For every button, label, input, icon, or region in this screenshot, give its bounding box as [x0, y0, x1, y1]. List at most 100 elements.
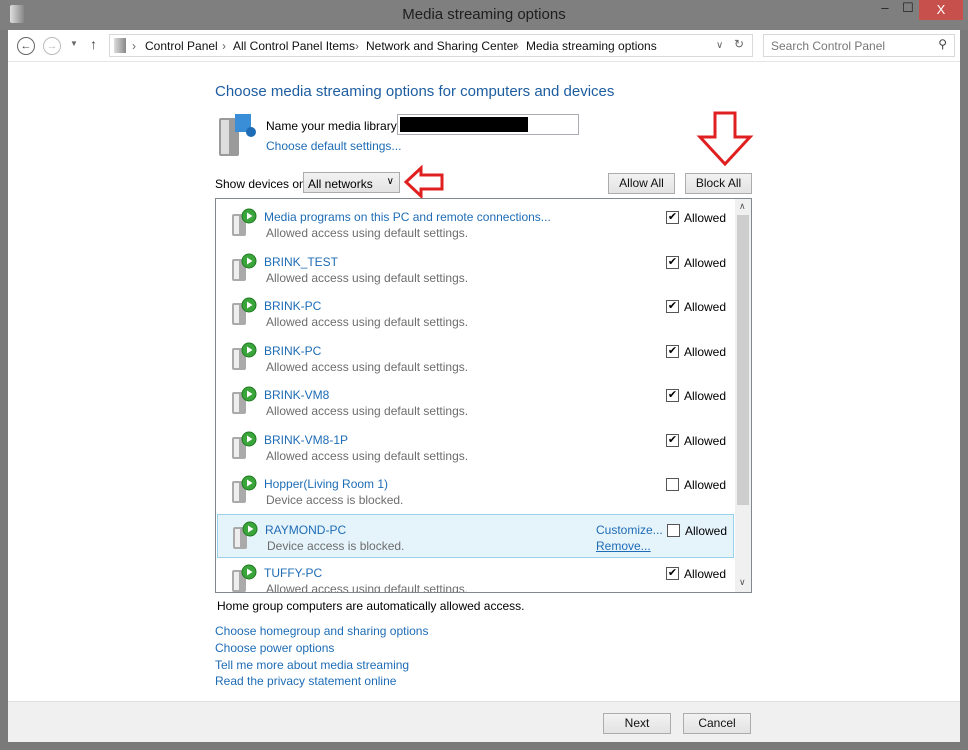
device-row[interactable]: BRINK-PC Allowed access using default se… [217, 291, 734, 335]
choose-default-settings-link[interactable]: Choose default settings... [266, 139, 401, 153]
allowed-label: Allowed [684, 344, 727, 359]
media-device-icon [232, 253, 257, 281]
allowed-checkbox[interactable]: ✔ [666, 300, 679, 313]
customize-link[interactable]: Customize... [596, 523, 663, 537]
breadcrumb-control-panel[interactable]: Control Panel [145, 39, 218, 53]
device-name-link[interactable]: BRINK-PC [264, 344, 321, 358]
device-name-link[interactable]: RAYMOND-PC [265, 523, 346, 537]
allowed-checkbox[interactable] [666, 478, 679, 491]
device-name-link[interactable]: Hopper(Living Room 1) [264, 477, 388, 491]
allowed-checkbox[interactable]: ✔ [666, 389, 679, 402]
device-status: Allowed access using default settings. [266, 359, 469, 374]
chevron-down-icon: ∨ [386, 176, 394, 187]
device-row[interactable]: RAYMOND-PC Device access is blocked. All… [217, 513, 734, 558]
address-bar[interactable]: › Control Panel › All Control Panel Item… [109, 34, 753, 57]
allowed-checkbox[interactable]: ✔ [666, 255, 679, 269]
breadcrumb-network[interactable]: Network and Sharing Center [366, 39, 517, 53]
scrollbar-thumb[interactable] [737, 215, 749, 505]
recent-dropdown-icon[interactable]: ▼ [70, 39, 78, 48]
refresh-icon[interactable]: ↻ [734, 37, 744, 51]
navigation-bar: ← → ▼ ↑ › Control Panel › All Control Pa… [8, 30, 960, 62]
scroll-up-icon[interactable]: ∧ [739, 201, 746, 212]
device-list: ∧ ∨ Media programs on this PC and remote… [215, 198, 752, 593]
device-name-link[interactable]: TUFFY-PC [264, 566, 322, 580]
maximize-button[interactable]: ☐ [898, 0, 918, 20]
library-name-input[interactable] [397, 114, 579, 135]
allowed-label: Allowed [684, 211, 727, 225]
allowed-checkbox[interactable]: ✔ [666, 433, 679, 447]
device-row[interactable]: Media programs on this PC and remote con… [217, 202, 734, 246]
media-device-icon [232, 431, 257, 459]
device-status: Allowed access using default settings. [266, 448, 469, 463]
device-name-link[interactable]: BRINK-VM8 [264, 388, 329, 402]
allowed-checkbox[interactable]: ✔ [666, 344, 679, 358]
privacy-statement-link[interactable]: Read the privacy statement online [215, 674, 396, 688]
show-devices-dropdown[interactable]: All networks ∨ [303, 172, 400, 193]
window-title: Media streaming options [402, 6, 566, 23]
search-placeholder: Search Control Panel [771, 39, 886, 53]
allowed-label: Allowed [684, 478, 727, 492]
device-name-link[interactable]: BRINK_TEST [264, 255, 338, 269]
device-row[interactable]: BRINK_TEST Allowed access using default … [217, 247, 734, 291]
breadcrumb-media-streaming[interactable]: Media streaming options [526, 39, 657, 53]
device-status: Allowed access using default settings. [266, 315, 469, 329]
address-dropdown-icon[interactable]: ∨ [716, 40, 723, 51]
media-device-icon [232, 386, 257, 414]
device-row[interactable]: BRINK-VM8-1P Allowed access using defaul… [217, 425, 734, 469]
device-name-link[interactable]: Media programs on this PC and remote con… [264, 210, 551, 224]
allowed-label: Allowed [684, 433, 727, 448]
close-button[interactable]: X [919, 0, 963, 20]
cancel-button[interactable]: Cancel [683, 713, 751, 734]
minimize-button[interactable]: – [872, 0, 898, 20]
device-status: Allowed access using default settings. [266, 404, 469, 418]
annotation-arrow-left [403, 165, 444, 199]
device-row[interactable]: BRINK-PC Allowed access using default se… [217, 336, 734, 380]
device-name-link[interactable]: BRINK-PC [264, 299, 321, 313]
homegroup-note: Home group computers are automatically a… [217, 599, 525, 613]
media-streaming-help-link[interactable]: Tell me more about media streaming [215, 658, 409, 672]
allowed-checkbox[interactable]: ✔ [666, 567, 679, 580]
device-name-link[interactable]: BRINK-VM8-1P [264, 433, 348, 447]
scrollbar[interactable]: ∧ ∨ [735, 199, 751, 592]
device-status: Device access is blocked. [266, 493, 404, 507]
device-status: Allowed access using default settings. [266, 270, 469, 285]
scroll-down-icon[interactable]: ∨ [739, 577, 746, 588]
allowed-checkbox[interactable] [667, 523, 680, 537]
control-panel-icon [114, 38, 126, 53]
allowed-label: Allowed [685, 523, 728, 538]
redacted-value [400, 117, 528, 132]
media-device-icon [232, 475, 257, 503]
media-device-icon [232, 297, 257, 325]
allowed-label: Allowed [684, 300, 727, 314]
device-status: Allowed access using default settings. [266, 226, 469, 240]
allowed-label: Allowed [684, 389, 727, 403]
allowed-checkbox[interactable]: ✔ [666, 211, 679, 224]
block-all-button[interactable]: Block All [685, 173, 752, 194]
homegroup-sharing-link[interactable]: Choose homegroup and sharing options [215, 624, 428, 638]
page-title: Choose media streaming options for compu… [215, 83, 615, 100]
show-devices-value: All networks [308, 177, 373, 191]
media-device-icon [233, 521, 258, 549]
device-row[interactable]: TUFFY-PC Allowed access using default se… [217, 558, 734, 592]
breadcrumb-all-items[interactable]: All Control Panel Items [233, 39, 355, 53]
show-devices-label: Show devices on: [215, 177, 310, 191]
annotation-arrow-down [696, 111, 754, 167]
remove-link[interactable]: Remove... [596, 539, 651, 553]
back-button[interactable]: ← [17, 37, 35, 55]
search-icon[interactable]: ⚲ [938, 37, 947, 51]
forward-button[interactable]: → [43, 37, 61, 55]
media-device-icon [232, 564, 257, 592]
up-arrow-icon[interactable]: ↑ [90, 36, 97, 52]
search-input[interactable]: Search Control Panel ⚲ [763, 34, 955, 57]
next-button[interactable]: Next [603, 713, 671, 734]
allow-all-button[interactable]: Allow All [608, 173, 675, 194]
device-row[interactable]: Hopper(Living Room 1) Device access is b… [217, 469, 734, 513]
allowed-label: Allowed [684, 567, 727, 581]
device-row[interactable]: BRINK-VM8 Allowed access using default s… [217, 380, 734, 424]
power-options-link[interactable]: Choose power options [215, 641, 334, 655]
title-bar: Media streaming options – ☐ X [0, 0, 968, 30]
media-library-icon [219, 114, 256, 156]
media-device-icon [232, 342, 257, 370]
device-status: Device access is blocked. [267, 538, 405, 553]
allowed-label: Allowed [684, 255, 727, 270]
